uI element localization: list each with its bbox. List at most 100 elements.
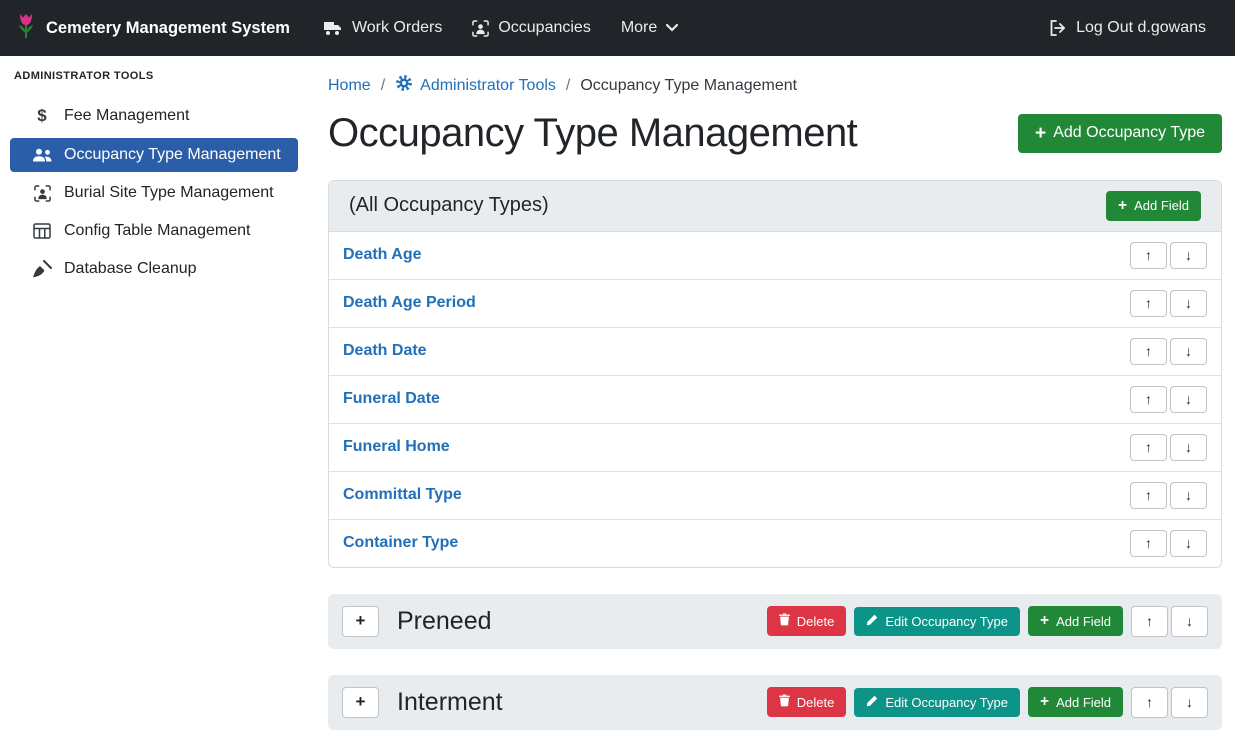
move-down-button[interactable]: ↓ (1170, 386, 1207, 413)
person-bounding-box-icon (30, 185, 54, 202)
move-down-button[interactable]: ↓ (1170, 242, 1207, 269)
main-content: Home / Administrator Tools / Occupancy T… (308, 56, 1235, 730)
table-icon (30, 223, 54, 239)
field-link-death-age[interactable]: Death Age (343, 246, 422, 264)
occupancy-type-section-preneed: + Preneed Delete (328, 594, 1222, 649)
add-field-button[interactable]: + Add Field (1028, 687, 1123, 717)
field-link-container-type[interactable]: Container Type (343, 534, 458, 552)
section-actions: Delete Edit Occupancy Type + Add Field ↑ (767, 606, 1208, 637)
gear-icon (395, 74, 413, 97)
person-bounding-box-icon (472, 20, 489, 37)
reorder-controls: ↑ ↓ (1130, 338, 1207, 365)
add-field-label: Add Field (1056, 614, 1111, 629)
move-down-button[interactable]: ↓ (1170, 434, 1207, 461)
field-link-funeral-date[interactable]: Funeral Date (343, 390, 440, 408)
edit-occupancy-type-button[interactable]: Edit Occupancy Type (854, 688, 1020, 717)
sidebar-item-fee-management[interactable]: $ Fee Management (10, 98, 298, 134)
breadcrumb: Home / Administrator Tools / Occupancy T… (328, 74, 1222, 97)
reorder-controls: ↑ ↓ (1130, 530, 1207, 557)
delete-button[interactable]: Delete (767, 687, 847, 717)
move-up-button[interactable]: ↑ (1130, 386, 1167, 413)
breadcrumb-separator: / (556, 77, 580, 95)
move-up-button[interactable]: ↑ (1130, 242, 1167, 269)
sidebar-item-label: Fee Management (64, 107, 189, 125)
move-down-button[interactable]: ↓ (1171, 606, 1208, 637)
edit-occupancy-type-label: Edit Occupancy Type (885, 614, 1008, 629)
add-occupancy-type-label: Add Occupancy Type (1053, 124, 1205, 142)
edit-occupancy-type-label: Edit Occupancy Type (885, 695, 1008, 710)
page-title: Occupancy Type Management (328, 111, 857, 156)
top-navbar: Cemetery Management System Work Orders (0, 0, 1235, 56)
move-up-button[interactable]: ↑ (1131, 606, 1168, 637)
reorder-controls: ↑ ↓ (1130, 290, 1207, 317)
field-row: Committal Type ↑ ↓ (329, 472, 1221, 520)
pencil-icon (866, 614, 878, 629)
delete-button[interactable]: Delete (767, 606, 847, 636)
move-up-button[interactable]: ↑ (1130, 482, 1167, 509)
sidebar-item-config-table-management[interactable]: Config Table Management (10, 214, 298, 248)
move-up-button[interactable]: ↑ (1130, 338, 1167, 365)
chevron-down-icon (666, 24, 678, 32)
card-header: (All Occupancy Types) + Add Field (329, 181, 1221, 232)
field-link-committal-type[interactable]: Committal Type (343, 486, 462, 504)
field-link-death-age-period[interactable]: Death Age Period (343, 294, 476, 312)
nav-occupancies[interactable]: Occupancies (457, 11, 606, 45)
add-field-button[interactable]: + Add Field (1028, 606, 1123, 636)
move-down-button[interactable]: ↓ (1170, 530, 1207, 557)
field-link-death-date[interactable]: Death Date (343, 342, 427, 360)
sidebar-item-burial-site-type-management[interactable]: Burial Site Type Management (10, 176, 298, 210)
sidebar-item-label: Burial Site Type Management (64, 184, 274, 202)
app-title: Cemetery Management System (46, 19, 290, 38)
sidebar-item-occupancy-type-management[interactable]: Occupancy Type Management (10, 138, 298, 172)
field-link-funeral-home[interactable]: Funeral Home (343, 438, 450, 456)
expand-button[interactable]: + (342, 606, 379, 637)
section-title: Interment (397, 688, 503, 717)
page-layout: Administrator Tools $ Fee Management Occ… (0, 56, 1235, 730)
title-row: Occupancy Type Management + Add Occupanc… (328, 111, 1222, 156)
app-brand[interactable]: Cemetery Management System (16, 12, 290, 45)
move-up-button[interactable]: ↑ (1130, 434, 1167, 461)
field-row: Funeral Home ↑ ↓ (329, 424, 1221, 472)
sidebar-heading: Administrator Tools (0, 70, 308, 82)
trash-icon (779, 613, 790, 629)
plus-icon: + (1035, 124, 1046, 143)
move-up-button[interactable]: ↑ (1130, 290, 1167, 317)
delete-label: Delete (797, 614, 835, 629)
move-down-button[interactable]: ↓ (1171, 687, 1208, 718)
reorder-controls: ↑ ↓ (1131, 606, 1208, 637)
move-up-button[interactable]: ↑ (1131, 687, 1168, 718)
broom-icon (30, 260, 54, 278)
add-field-label: Add Field (1134, 198, 1189, 213)
breadcrumb-admin-tools-link[interactable]: Administrator Tools (395, 74, 556, 97)
logout-button[interactable]: Log Out d.gowans (1034, 11, 1221, 45)
expand-button[interactable]: + (342, 687, 379, 718)
sidebar-item-label: Occupancy Type Management (64, 146, 281, 164)
add-occupancy-type-button[interactable]: + Add Occupancy Type (1018, 114, 1222, 153)
plus-icon: + (1040, 694, 1049, 710)
sidebar-item-label: Database Cleanup (64, 260, 197, 278)
breadcrumb-home-link[interactable]: Home (328, 77, 371, 95)
nav-work-orders[interactable]: Work Orders (308, 11, 457, 45)
reorder-controls: ↑ ↓ (1130, 434, 1207, 461)
field-row: Death Age Period ↑ ↓ (329, 280, 1221, 328)
add-field-button[interactable]: + Add Field (1106, 191, 1201, 221)
move-up-button[interactable]: ↑ (1130, 530, 1167, 557)
sidebar-item-database-cleanup[interactable]: Database Cleanup (10, 252, 298, 286)
delete-label: Delete (797, 695, 835, 710)
occupancy-type-section-interment: + Interment Delete (328, 675, 1222, 730)
move-down-button[interactable]: ↓ (1170, 482, 1207, 509)
move-down-button[interactable]: ↓ (1170, 290, 1207, 317)
edit-occupancy-type-button[interactable]: Edit Occupancy Type (854, 607, 1020, 636)
add-field-label: Add Field (1056, 695, 1111, 710)
field-row: Container Type ↑ ↓ (329, 520, 1221, 567)
work-orders-truck-icon (323, 20, 343, 36)
pencil-icon (866, 695, 878, 710)
field-row: Funeral Date ↑ ↓ (329, 376, 1221, 424)
reorder-controls: ↑ ↓ (1130, 482, 1207, 509)
nav-more[interactable]: More (606, 11, 693, 45)
tulip-logo-icon (16, 12, 36, 45)
reorder-controls: ↑ ↓ (1130, 242, 1207, 269)
section-title: Preneed (397, 607, 492, 636)
move-down-button[interactable]: ↓ (1170, 338, 1207, 365)
sidebar: Administrator Tools $ Fee Management Occ… (0, 56, 308, 730)
